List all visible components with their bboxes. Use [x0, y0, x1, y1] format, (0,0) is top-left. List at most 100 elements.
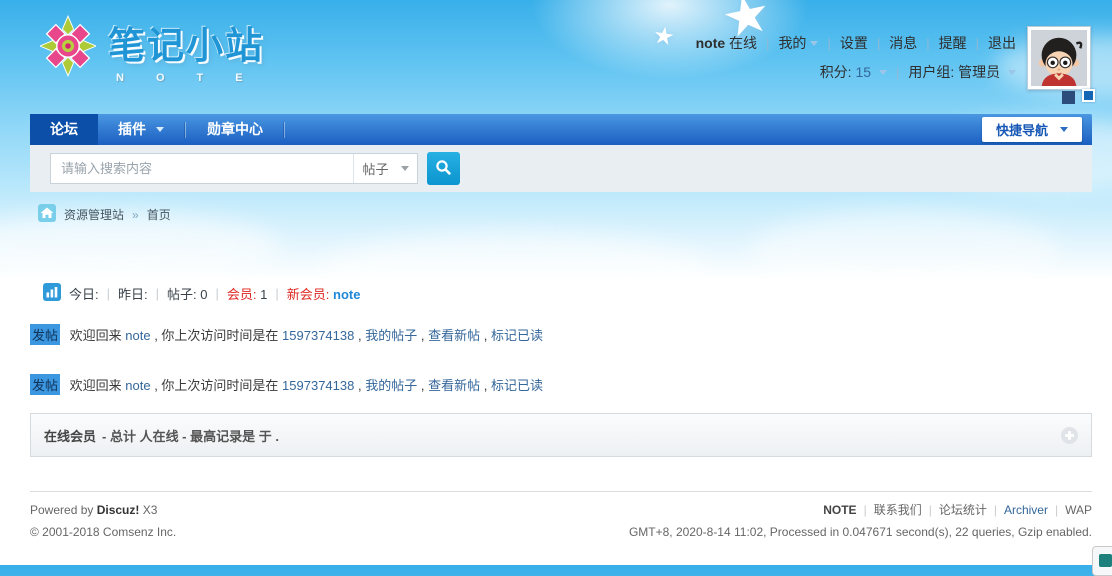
welcome-text: , 你上次访问时间是在 [154, 328, 282, 343]
chevron-down-icon [1008, 70, 1016, 75]
view-new-posts-link[interactable]: 查看新帖 [428, 328, 480, 343]
welcome-text: , 你上次访问时间是在 [154, 378, 282, 393]
corner-widget-button[interactable] [1092, 546, 1112, 576]
site-logo[interactable]: 笔记小站 NOTE [40, 15, 275, 84]
chevron-down-icon [810, 41, 818, 46]
separator: | [766, 36, 769, 51]
separator: | [107, 286, 110, 301]
separator: | [156, 286, 159, 301]
welcome-line-1: 发帖 欢迎回来 note , 你上次访问时间是在 1597374138 , 我的… [30, 324, 543, 345]
separator: | [929, 503, 932, 517]
separator: , [421, 328, 428, 343]
separator: | [994, 503, 997, 517]
discuz-link[interactable]: Discuz! [97, 503, 140, 517]
my-menu[interactable]: 我的 [778, 33, 818, 53]
my-posts-link[interactable]: 我的帖子 [365, 328, 417, 343]
mark-read-link[interactable]: 标记已读 [491, 378, 543, 393]
stats-chart-icon [43, 283, 61, 304]
welcome-username-link[interactable]: note [125, 328, 150, 343]
breadcrumb-site-link[interactable]: 资源管理站 [64, 206, 124, 223]
credits-dropdown[interactable]: 积分: 15 [820, 62, 887, 82]
stat-members: 会员: 1 [227, 284, 267, 303]
chevron-down-icon [1060, 127, 1068, 132]
wap-link[interactable]: WAP [1065, 503, 1092, 517]
stat-posts: 帖子: 0 [167, 284, 207, 303]
new-member-link[interactable]: note [333, 287, 360, 302]
nav-divider [284, 122, 285, 138]
stat-today: 今日: [69, 284, 99, 303]
quick-nav-button[interactable]: 快捷导航 [982, 117, 1082, 142]
nav-divider [185, 122, 186, 138]
logo-flower-icon [40, 15, 96, 82]
chevron-down-icon [156, 127, 164, 132]
nav-tab-medals[interactable]: 勋章中心 [187, 114, 283, 145]
welcome-text: 欢迎回来 [70, 328, 126, 343]
nav-tab-plugins[interactable]: 插件 [98, 114, 184, 145]
separator: | [1055, 503, 1058, 517]
copyright: © 2001-2018 Comsenz Inc. [30, 521, 176, 543]
search-button[interactable] [427, 152, 460, 185]
expand-icon[interactable] [1061, 427, 1078, 444]
archiver-link[interactable]: Archiver [1004, 503, 1048, 517]
my-posts-link[interactable]: 我的帖子 [365, 378, 417, 393]
breadcrumb: 资源管理站 » 首页 [38, 204, 171, 225]
post-badge[interactable]: 发帖 [30, 374, 60, 395]
separator: | [864, 503, 867, 517]
breadcrumb-current: 首页 [147, 206, 171, 223]
user-info-row: 积分: 15 | 用户组: 管理员 [820, 62, 1016, 82]
separator: | [896, 65, 899, 80]
contact-link[interactable]: 联系我们 [874, 503, 922, 517]
user-menu-row: note 在线 | 我的 | 设置 | 消息 | 提醒 | 退出 [696, 33, 1016, 53]
chevron-down-icon [401, 166, 409, 171]
separator: | [926, 36, 929, 51]
usergroup-value: 管理员 [958, 64, 1000, 80]
post-badge[interactable]: 发帖 [30, 324, 60, 345]
footer-info: GMT+8, 2020-8-14 11:02, Processed in 0.0… [629, 521, 1092, 543]
star-icon [651, 20, 677, 52]
last-visit-timestamp: 1597374138 [282, 328, 354, 343]
welcome-username-link[interactable]: note [125, 378, 150, 393]
online-members-title[interactable]: 在线会员 [44, 426, 96, 445]
messages-link[interactable]: 消息 [889, 33, 917, 53]
settings-link[interactable]: 设置 [840, 33, 868, 53]
online-status: 在线 [729, 35, 757, 51]
footer-links: NOTE | 联系我们 | 论坛统计 | Archiver | WAP [629, 499, 1092, 521]
forum-stats-link[interactable]: 论坛统计 [939, 503, 987, 517]
breadcrumb-separator: » [132, 208, 139, 222]
search-scope-select[interactable]: 帖子 [353, 154, 417, 183]
username-link[interactable]: note [696, 35, 726, 51]
powered-by-line: Powered by Discuz! X3 [30, 499, 176, 521]
last-visit-timestamp: 1597374138 [282, 378, 354, 393]
separator: | [976, 36, 979, 51]
site-subtitle: NOTE [108, 72, 275, 84]
search-input[interactable] [51, 154, 353, 183]
avatar[interactable] [1027, 26, 1091, 90]
logout-link[interactable]: 退出 [988, 33, 1016, 53]
home-icon[interactable] [38, 204, 56, 225]
separator: | [216, 286, 219, 301]
online-members-box: 在线会员 - 总计 人在线 - 最高记录是 于 . [30, 413, 1092, 457]
footer-site-link[interactable]: NOTE [823, 503, 856, 517]
main-nav: 论坛 插件 勋章中心 快捷导航 [30, 114, 1092, 145]
cloud [320, 232, 710, 310]
nav-tab-forum[interactable]: 论坛 [30, 114, 98, 145]
footer: Powered by Discuz! X3 © 2001-2018 Comsen… [30, 491, 1092, 543]
theme-switch-dark[interactable] [1062, 91, 1075, 104]
search-box: 帖子 [50, 153, 418, 184]
separator: , [421, 378, 428, 393]
site-title: 笔记小站 [108, 15, 275, 69]
view-new-posts-link[interactable]: 查看新帖 [428, 378, 480, 393]
stat-posts-value: 0 [200, 287, 207, 302]
separator: | [275, 286, 278, 301]
search-bar: 帖子 [30, 145, 1092, 192]
reminders-link[interactable]: 提醒 [939, 33, 967, 53]
stat-yesterday: 昨日: [118, 284, 148, 303]
mark-read-link[interactable]: 标记已读 [491, 328, 543, 343]
chevron-down-icon [879, 70, 887, 75]
online-members-text: - 总计 人在线 - 最高记录是 于 . [102, 426, 279, 445]
theme-switch-blue[interactable] [1082, 89, 1095, 102]
stat-newmember: 新会员: note [287, 284, 361, 303]
widget-icon [1099, 554, 1112, 567]
usergroup-dropdown[interactable]: 用户组: 管理员 [908, 62, 1016, 82]
welcome-line-2: 发帖 欢迎回来 note , 你上次访问时间是在 1597374138 , 我的… [30, 374, 543, 395]
